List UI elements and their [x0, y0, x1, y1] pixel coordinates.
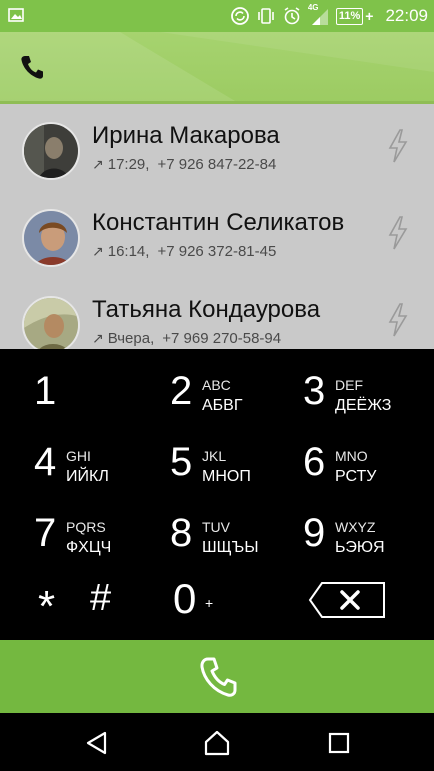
status-bar: 4G 11% + 22:09 [0, 0, 434, 32]
key-cyrillic-letters: ДЕЁЖЗ [335, 397, 392, 414]
contact-name: Константин Селикатов [92, 209, 345, 236]
key-latin-letters: JKL [202, 448, 227, 464]
phone-number: +7 926 847-22-84 [157, 156, 277, 173]
key-cyrillic-letters: ШЩЪЫ [202, 539, 259, 556]
call-meta: ↗ 16:14, +7 926 372-81-45 [92, 243, 276, 260]
key-digit: 2 [170, 369, 193, 413]
image-icon [8, 8, 24, 22]
header-decoration [0, 32, 434, 104]
flash-icon[interactable] [386, 302, 410, 338]
dial-key-5[interactable]: 5 JKL МНОП [170, 428, 310, 498]
contact-name: Татьяна Кондаурова [92, 296, 321, 323]
dial-key-7[interactable]: 7 PQRS ФХЦЧ [34, 499, 174, 569]
key-cyrillic-letters: МНОП [202, 468, 251, 485]
key-cyrillic-letters: РСТУ [335, 468, 377, 485]
key-digit: 8 [170, 511, 193, 555]
vibrate-icon [258, 8, 274, 24]
flash-icon[interactable] [386, 128, 410, 164]
backspace-icon[interactable] [308, 581, 386, 619]
key-cyrillic-letters: ФХЦЧ [66, 539, 112, 556]
key-cyrillic-letters: ЬЭЮЯ [335, 539, 385, 556]
dial-key-9[interactable]: 9 WXYZ ЬЭЮЯ [303, 499, 434, 569]
call-button[interactable] [0, 640, 434, 713]
outgoing-call-icon: ↗ [92, 330, 104, 346]
key-latin-letters: WXYZ [335, 519, 376, 535]
dial-key-0-plus: + [205, 595, 214, 611]
dial-key-4[interactable]: 4 GHI ИЙКЛ [34, 428, 174, 498]
app-header [0, 32, 434, 104]
call-time: Вчера, [107, 330, 155, 347]
key-digit: 5 [170, 440, 193, 484]
phone-number: +7 969 270-58-94 [162, 330, 282, 347]
dial-key-3[interactable]: 3 DEF ДЕЁЖЗ [303, 357, 434, 427]
battery-icon: 11% + [335, 7, 374, 25]
call-log-item[interactable]: Татьяна Кондаурова ↗ Вчера, +7 969 270-58-… [0, 278, 434, 349]
signal-icon: 4G [308, 3, 330, 27]
key-digit: 3 [303, 369, 326, 413]
alarm-icon [284, 7, 300, 25]
dial-key-6[interactable]: 6 MNO РСТУ [303, 428, 434, 498]
phone-number: +7 926 372-81-45 [157, 243, 277, 260]
dialpad: 1 2 ABC АБВГ 3 DEF ДЕЁЖЗ 4 GHI ИЙКЛ 5 JK… [0, 349, 434, 640]
key-latin-letters: TUV [202, 519, 230, 535]
avatar[interactable] [22, 296, 80, 349]
outgoing-call-icon: ↗ [92, 243, 104, 259]
navigation-bar [0, 713, 434, 771]
outgoing-call-icon: ↗ [92, 156, 104, 172]
status-time: 22:09 [385, 6, 428, 25]
avatar[interactable] [22, 209, 80, 267]
key-latin-letters: ABC [202, 377, 231, 393]
dial-key-0[interactable]: 0 [173, 575, 196, 623]
call-time: 16:14, [107, 243, 150, 260]
key-latin-letters: MNO [335, 448, 368, 464]
sync-icon [230, 7, 249, 25]
key-digit: 1 [34, 369, 57, 413]
phone-icon[interactable] [20, 54, 44, 80]
home-icon[interactable] [204, 730, 230, 756]
call-meta: ↗ Вчера, +7 969 270-58-94 [92, 330, 281, 347]
call-log-item[interactable]: Константин Селикатов ↗ 16:14, +7 926 372-8… [0, 191, 434, 278]
key-cyrillic-letters: ИЙКЛ [66, 468, 109, 485]
avatar[interactable] [22, 122, 80, 180]
contact-name: Ирина Макарова [92, 122, 280, 149]
call-log-item[interactable]: Ирина Макарова ↗ 17:29, +7 926 847-22-84 [0, 104, 434, 191]
dial-key-star[interactable]: * [38, 582, 55, 632]
call-log-list[interactable]: Ирина Макарова ↗ 17:29, +7 926 847-22-84 К… [0, 104, 434, 349]
back-icon[interactable] [84, 730, 110, 756]
key-latin-letters: PQRS [66, 519, 106, 535]
charging-icon: + [365, 8, 374, 24]
phone-call-icon [200, 657, 237, 697]
key-digit: 9 [303, 511, 326, 555]
flash-icon[interactable] [386, 215, 410, 251]
key-latin-letters: GHI [66, 448, 91, 464]
recents-icon[interactable] [326, 730, 352, 756]
key-digit: 6 [303, 440, 326, 484]
call-time: 17:29, [107, 156, 150, 173]
dial-key-hash[interactable]: # [90, 577, 111, 620]
call-meta: ↗ 17:29, +7 926 847-22-84 [92, 156, 276, 173]
key-cyrillic-letters: АБВГ [202, 397, 243, 414]
battery-percent: 11% [335, 7, 364, 25]
key-digit: 7 [34, 511, 57, 555]
dial-key-1[interactable]: 1 [34, 357, 174, 427]
dial-key-8[interactable]: 8 TUV ШЩЪЫ [170, 499, 310, 569]
key-digit: 4 [34, 440, 57, 484]
dial-key-2[interactable]: 2 ABC АБВГ [170, 357, 310, 427]
key-latin-letters: DEF [335, 377, 363, 393]
